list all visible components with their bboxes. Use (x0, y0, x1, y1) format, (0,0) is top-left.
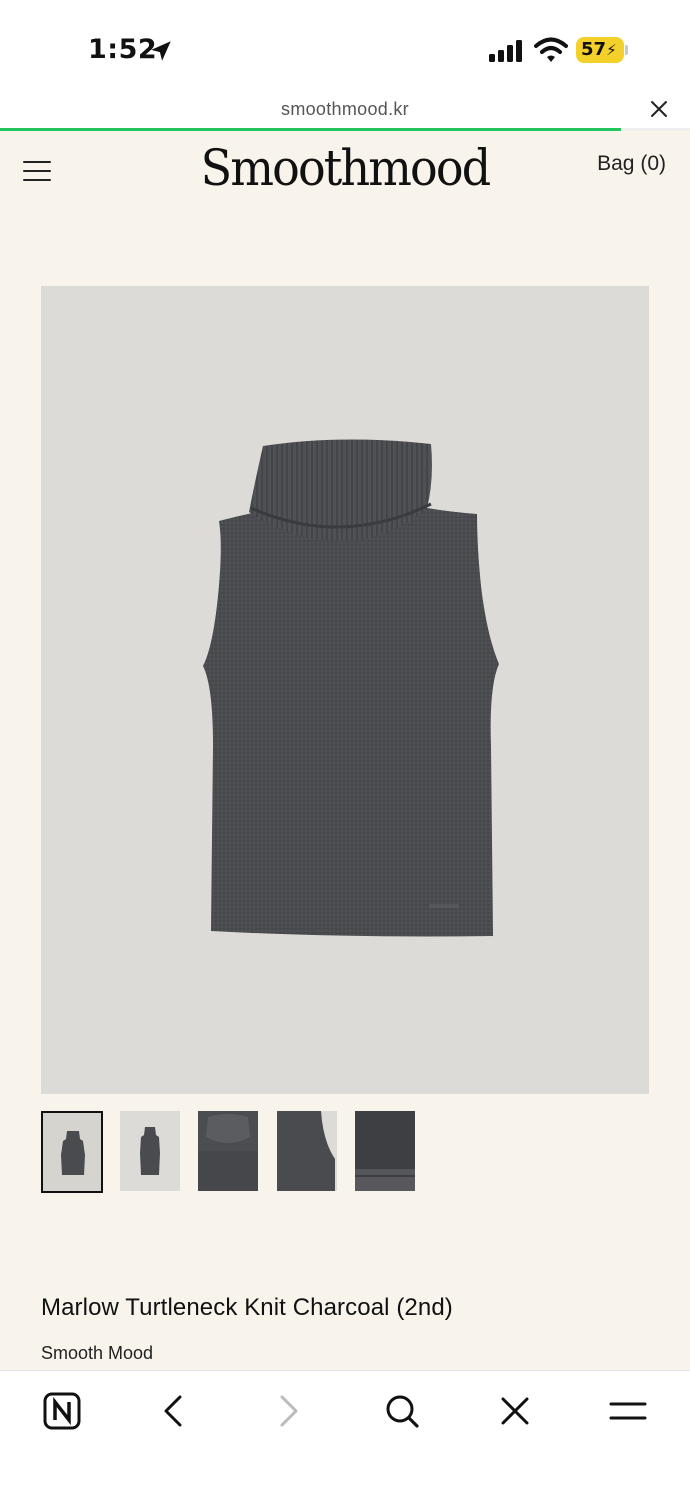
close-icon[interactable] (493, 1389, 537, 1433)
location-arrow-icon (151, 41, 171, 61)
cellular-signal-icon (489, 40, 522, 62)
bag-link[interactable]: Bag (0) (597, 152, 666, 176)
url-text[interactable]: smoothmood.kr (0, 99, 690, 120)
product-title: Marlow Turtleneck Knit Charcoal (2nd) (41, 1294, 453, 1321)
thumbnail-front-small[interactable] (120, 1111, 180, 1191)
back-icon[interactable] (152, 1389, 196, 1433)
battery-indicator: 57⚡ (576, 37, 624, 63)
thumbnail-neck-detail[interactable] (198, 1111, 258, 1191)
site-header: Smoothmood Bag (0) (0, 131, 690, 221)
status-bar: 1:52 57⚡ (0, 0, 690, 90)
product-brand[interactable]: Smooth Mood (41, 1343, 153, 1364)
battery-level: 57 (581, 39, 607, 60)
site-logo[interactable]: Smoothmood (175, 139, 515, 197)
hamburger-menu-icon[interactable] (22, 159, 52, 183)
battery-nub (625, 45, 628, 55)
product-main-image[interactable] (41, 286, 649, 1094)
thumbnail-fabric-detail[interactable] (355, 1111, 415, 1191)
thumbnail-front[interactable] (41, 1111, 103, 1193)
menu-icon[interactable] (606, 1389, 650, 1433)
naver-n-icon[interactable] (40, 1389, 84, 1433)
wifi-icon (534, 37, 568, 62)
search-icon[interactable] (380, 1389, 424, 1433)
charging-bolt-icon: ⚡ (606, 41, 617, 59)
thumbnail-side-detail[interactable] (277, 1111, 337, 1191)
url-bar[interactable]: smoothmood.kr (0, 90, 690, 130)
turtleneck-vest-illustration (203, 439, 499, 937)
status-time: 1:52 (88, 34, 158, 65)
browser-toolbar (0, 1370, 690, 1500)
close-page-icon[interactable] (648, 98, 670, 120)
forward-icon[interactable] (266, 1389, 310, 1433)
